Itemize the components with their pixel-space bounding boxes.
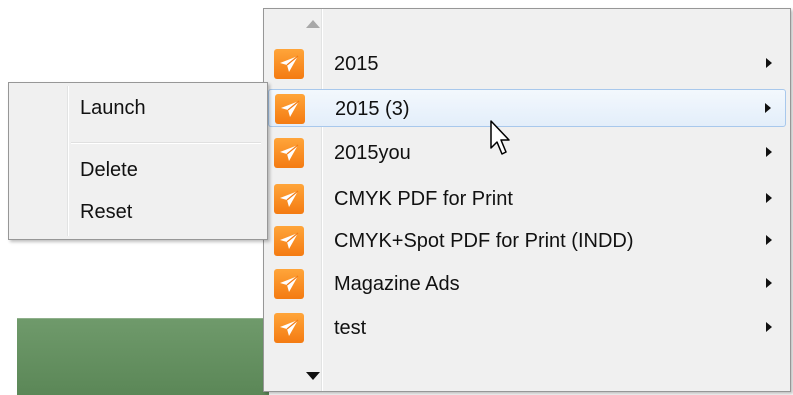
chevron-right-icon — [766, 235, 772, 245]
send-icon — [274, 184, 304, 214]
chevron-right-icon — [766, 58, 772, 68]
send-icon — [274, 269, 304, 299]
menu-item-label: CMYK+Spot PDF for Print (INDD) — [334, 230, 634, 252]
menu-item-label: 2015you — [334, 142, 411, 164]
context-item-launch[interactable]: Launch — [12, 91, 262, 125]
context-item-reset[interactable]: Reset — [12, 195, 262, 229]
menu-item-2015you[interactable]: 2015you — [268, 134, 786, 172]
menu-item-test[interactable]: test — [268, 309, 786, 347]
scroll-up-button[interactable] — [264, 11, 790, 37]
menu-item-label: 2015 (3) — [335, 98, 410, 120]
context-menu-separator — [71, 142, 261, 144]
chevron-right-icon — [766, 147, 772, 157]
menu-item-label: test — [334, 317, 367, 339]
chevron-right-icon — [766, 322, 772, 332]
send-icon — [274, 138, 304, 168]
menu-item-label: Magazine Ads — [334, 273, 460, 295]
context-item-label: Reset — [80, 201, 133, 223]
menu-item-cmyk-spot-pdf[interactable]: CMYK+Spot PDF for Print (INDD) — [268, 222, 786, 260]
chevron-right-icon — [765, 103, 771, 113]
send-icon — [274, 49, 304, 79]
preset-menu: 2015 2015 (3) 2015you CMYK PDF for Print… — [263, 8, 791, 392]
scroll-down-arrow-icon — [306, 372, 320, 380]
scroll-up-arrow-icon — [306, 20, 320, 28]
menu-item-magazine-ads[interactable]: Magazine Ads — [268, 265, 786, 303]
menu-item-2015-3[interactable]: 2015 (3) — [268, 89, 786, 127]
mouse-cursor-icon — [490, 120, 510, 155]
desktop-background — [17, 318, 269, 395]
chevron-right-icon — [766, 278, 772, 288]
scroll-down-button[interactable] — [264, 363, 790, 389]
menu-item-2015[interactable]: 2015 — [268, 45, 786, 83]
chevron-right-icon — [766, 193, 772, 203]
send-icon — [274, 313, 304, 343]
context-item-delete[interactable]: Delete — [12, 153, 262, 187]
context-item-label: Launch — [80, 97, 146, 119]
menu-item-cmyk-pdf-for-print[interactable]: CMYK PDF for Print — [268, 180, 786, 218]
menu-item-label: CMYK PDF for Print — [334, 188, 513, 210]
context-menu: Launch Delete Reset — [8, 82, 268, 240]
menu-item-label: 2015 — [334, 53, 379, 75]
send-icon — [274, 226, 304, 256]
context-item-label: Delete — [80, 159, 138, 181]
send-icon — [275, 94, 305, 124]
